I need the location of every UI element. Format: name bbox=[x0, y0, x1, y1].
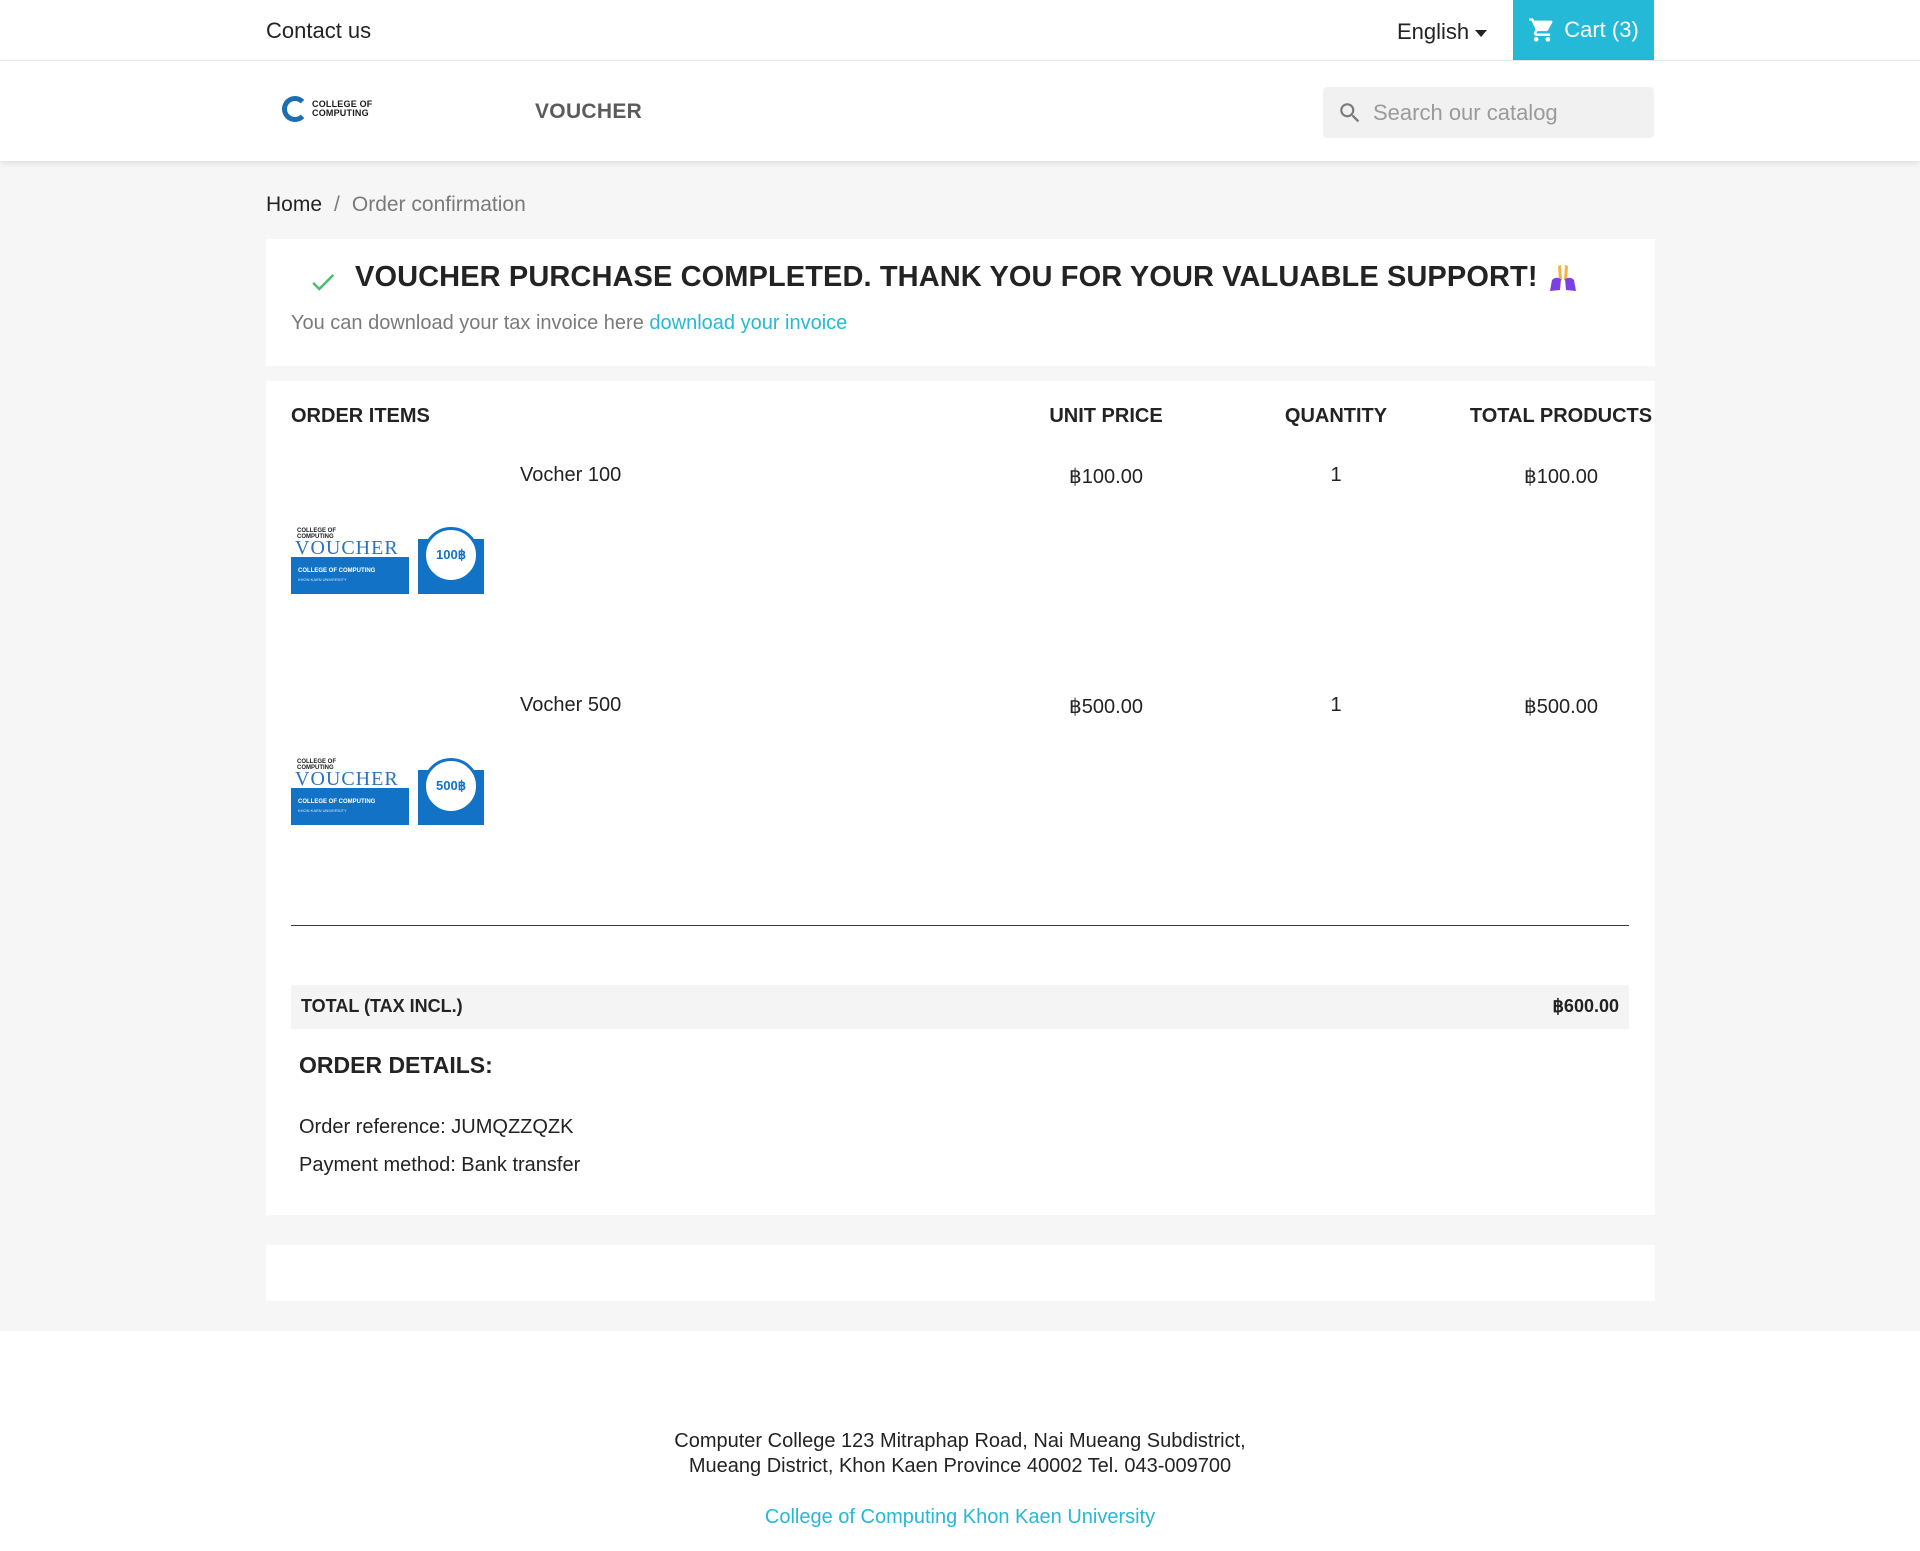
order-total-value: ฿600.00 bbox=[1552, 996, 1619, 1016]
search-box bbox=[1323, 87, 1654, 138]
logo-mark-icon bbox=[282, 96, 308, 122]
item-total: ฿500.00 bbox=[1524, 696, 1598, 718]
voucher-univ: KHON KAEN UNIVERSITY bbox=[298, 808, 347, 813]
footer-college-link[interactable]: College of Computing Khon Kaen Universit… bbox=[0, 1506, 1920, 1529]
folded-hands-icon bbox=[1549, 264, 1576, 291]
item-name: Vocher 100 bbox=[520, 464, 622, 486]
voucher-college: COLLEGE OF COMPUTING bbox=[298, 568, 376, 574]
voucher-badge: 500฿ bbox=[423, 758, 479, 814]
order-card: ORDER ITEMS UNIT PRICE QUANTITY TOTAL PR… bbox=[266, 381, 1655, 1215]
check-icon bbox=[312, 273, 335, 291]
contact-us-link[interactable]: Contact us bbox=[266, 18, 371, 44]
confirmation-title: VOUCHER PURCHASE COMPLETED. THANK YOU FO… bbox=[355, 261, 1580, 294]
logo-line-2: COMPUTING bbox=[312, 108, 369, 118]
breadcrumb-separator: / bbox=[334, 193, 340, 216]
confirmation-title-text: VOUCHER PURCHASE COMPLETED. THANK YOU FO… bbox=[355, 261, 1538, 293]
voucher-college: COLLEGE OF COMPUTING bbox=[298, 799, 376, 805]
item-unit-price: ฿100.00 bbox=[1069, 466, 1143, 488]
voucher-500-image[interactable]: COLLEGE OF COMPUTING VOUCHER COLLEGE OF C… bbox=[291, 757, 484, 825]
voucher-badge: 100฿ bbox=[423, 527, 479, 583]
voucher-card-left: COLLEGE OF COMPUTING VOUCHER COLLEGE OF C… bbox=[291, 757, 409, 825]
cart-icon bbox=[1529, 18, 1553, 42]
voucher-univ: KHON KAEN UNIVERSITY bbox=[298, 577, 347, 582]
cart-button[interactable]: Cart (3) bbox=[1513, 0, 1654, 60]
footer-address: Computer College 123 Mitraphap Road, Nai… bbox=[0, 1429, 1920, 1479]
voucher-word: VOUCHER bbox=[295, 768, 399, 790]
footer: Computer College 123 Mitraphap Road, Nai… bbox=[0, 1331, 1920, 1551]
item-name: Vocher 500 bbox=[520, 694, 622, 716]
breadcrumb-current: Order confirmation bbox=[351, 193, 526, 216]
top-bar: Contact us English Cart (3) bbox=[0, 0, 1920, 61]
item-quantity: 1 bbox=[1330, 694, 1342, 716]
voucher-band: COLLEGE OF COMPUTING KHON KAEN UNIVERSIT… bbox=[291, 788, 409, 825]
voucher-card-right: 500฿ bbox=[418, 758, 484, 825]
search-input[interactable] bbox=[1373, 87, 1643, 138]
cart-label: Cart (3) bbox=[1564, 17, 1639, 42]
voucher-word: VOUCHER bbox=[295, 537, 399, 559]
voucher-card-left: COLLEGE OF COMPUTING VOUCHER COLLEGE OF C… bbox=[291, 526, 409, 594]
confirmation-card: VOUCHER PURCHASE COMPLETED. THANK YOU FO… bbox=[266, 239, 1655, 366]
header-unit-price: UNIT PRICE bbox=[1049, 405, 1163, 427]
payment-method: Payment method: Bank transfer bbox=[299, 1154, 581, 1176]
item-unit-price: ฿500.00 bbox=[1069, 696, 1143, 718]
voucher-card-right: 100฿ bbox=[418, 527, 484, 594]
order-divider bbox=[291, 925, 1629, 926]
logo-text: COLLEGE OF COMPUTING bbox=[312, 100, 373, 118]
download-invoice-link[interactable]: download your invoice bbox=[649, 312, 847, 334]
invoice-line: You can download your tax invoice here d… bbox=[291, 312, 847, 335]
site-logo[interactable]: COLLEGE OF COMPUTING bbox=[282, 94, 374, 124]
breadcrumb: Home / Order confirmation bbox=[266, 193, 526, 217]
caret-down-icon bbox=[1475, 29, 1488, 37]
search-icon[interactable] bbox=[1337, 100, 1363, 126]
nav-voucher[interactable]: VOUCHER bbox=[535, 100, 642, 124]
language-selector[interactable]: English bbox=[1397, 19, 1488, 45]
order-total-label: TOTAL (TAX INCL.) bbox=[301, 996, 463, 1016]
item-total: ฿100.00 bbox=[1524, 466, 1598, 488]
header-quantity: QUANTITY bbox=[1284, 405, 1388, 427]
header-order-items: ORDER ITEMS bbox=[291, 405, 430, 427]
breadcrumb-home[interactable]: Home bbox=[266, 193, 322, 217]
item-quantity: 1 bbox=[1330, 464, 1342, 486]
voucher-band: COLLEGE OF COMPUTING KHON KAEN UNIVERSIT… bbox=[291, 557, 409, 594]
main-header: COLLEGE OF COMPUTING VOUCHER bbox=[0, 61, 1920, 161]
header-total-products: TOTAL PRODUCTS bbox=[1469, 405, 1653, 427]
voucher-100-image[interactable]: COLLEGE OF COMPUTING VOUCHER COLLEGE OF C… bbox=[291, 526, 484, 594]
invoice-text: You can download your tax invoice here bbox=[291, 312, 644, 334]
order-total-row: TOTAL (TAX INCL.) ฿600.00 bbox=[291, 985, 1629, 1029]
order-details-title: ORDER DETAILS: bbox=[299, 1052, 493, 1078]
footer-address-line-1: Computer College 123 Mitraphap Road, Nai… bbox=[674, 1430, 1246, 1452]
language-label: English bbox=[1397, 19, 1470, 44]
empty-card bbox=[266, 1245, 1655, 1301]
order-reference: Order reference: JUMQZZQZK bbox=[299, 1116, 574, 1138]
footer-address-line-2: Mueang District, Khon Kaen Province 4000… bbox=[688, 1455, 1232, 1477]
